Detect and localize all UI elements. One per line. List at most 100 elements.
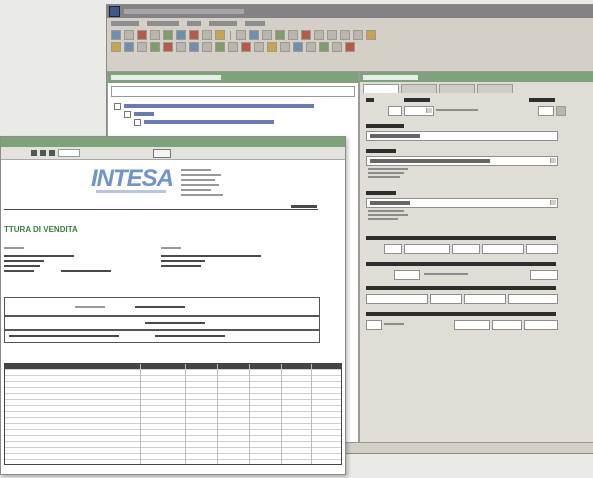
doc-ref-field[interactable] bbox=[482, 244, 524, 254]
complete-field[interactable] bbox=[538, 106, 554, 116]
home-icon[interactable] bbox=[111, 42, 121, 52]
expand-icon[interactable] bbox=[114, 102, 121, 110]
column-divider bbox=[217, 364, 218, 464]
new-icon[interactable] bbox=[111, 30, 121, 40]
cancel-icon[interactable] bbox=[163, 42, 173, 52]
number-field[interactable] bbox=[388, 106, 402, 116]
prev-page-icon[interactable] bbox=[40, 150, 46, 156]
tree-icon[interactable] bbox=[319, 42, 329, 52]
tree-node[interactable] bbox=[114, 102, 352, 110]
prev-record-icon[interactable] bbox=[327, 30, 337, 40]
code-field[interactable] bbox=[404, 106, 434, 116]
field-label-row bbox=[366, 286, 556, 290]
company-info-line bbox=[181, 189, 211, 191]
chevron-down-icon[interactable] bbox=[550, 158, 556, 163]
tree-node[interactable] bbox=[114, 118, 352, 126]
chevron-down-icon[interactable] bbox=[426, 108, 432, 113]
tab-2[interactable] bbox=[401, 84, 437, 93]
tab-general[interactable] bbox=[363, 84, 399, 93]
expand-icon[interactable] bbox=[124, 110, 131, 118]
doc-date-field[interactable] bbox=[404, 244, 450, 254]
company-info-line bbox=[181, 184, 219, 186]
attach-icon[interactable] bbox=[254, 42, 264, 52]
tax-field[interactable] bbox=[492, 320, 522, 330]
total-field[interactable] bbox=[454, 320, 490, 330]
export-icon[interactable] bbox=[215, 42, 225, 52]
forward-icon[interactable] bbox=[137, 42, 147, 52]
first-record-icon[interactable] bbox=[314, 30, 324, 40]
list-icon[interactable] bbox=[306, 42, 316, 52]
amount-field-3[interactable] bbox=[464, 294, 506, 304]
refresh-icon[interactable] bbox=[301, 30, 311, 40]
menu-item[interactable] bbox=[209, 21, 237, 26]
menu-item[interactable] bbox=[245, 21, 265, 26]
toolbar-primary bbox=[107, 29, 593, 41]
sort-icon[interactable] bbox=[288, 30, 298, 40]
amount-field-2[interactable] bbox=[430, 294, 462, 304]
tab-4[interactable] bbox=[477, 84, 513, 93]
find-icon[interactable] bbox=[262, 30, 272, 40]
copy-icon[interactable] bbox=[202, 30, 212, 40]
import-icon[interactable] bbox=[228, 42, 238, 52]
doc-field[interactable] bbox=[452, 244, 480, 254]
print-icon[interactable] bbox=[163, 30, 173, 40]
header-box bbox=[4, 297, 320, 317]
paste-icon[interactable] bbox=[215, 30, 225, 40]
chart-icon[interactable] bbox=[189, 42, 199, 52]
last-record-icon[interactable] bbox=[353, 30, 363, 40]
check-icon[interactable] bbox=[150, 42, 160, 52]
date-field[interactable] bbox=[526, 244, 558, 254]
field-hint bbox=[368, 168, 408, 170]
page-input[interactable] bbox=[58, 149, 80, 157]
settings-icon[interactable] bbox=[293, 42, 303, 52]
document-heading: TTURA DI VENDITA bbox=[4, 225, 78, 234]
field-label-row bbox=[366, 236, 556, 240]
menu-bar bbox=[107, 18, 593, 29]
save-icon[interactable] bbox=[150, 30, 160, 40]
preview-icon[interactable] bbox=[176, 30, 186, 40]
first-page-icon[interactable] bbox=[31, 150, 37, 156]
open-icon[interactable] bbox=[124, 30, 134, 40]
detail-pane bbox=[359, 71, 593, 447]
checkbox-icon[interactable] bbox=[556, 106, 566, 116]
menu-item[interactable] bbox=[147, 21, 179, 26]
user-icon[interactable] bbox=[280, 42, 290, 52]
delete-icon[interactable] bbox=[137, 30, 147, 40]
pag-field[interactable] bbox=[530, 270, 558, 280]
mail-icon[interactable] bbox=[241, 42, 251, 52]
filter-icon[interactable] bbox=[275, 30, 285, 40]
recipient-line bbox=[4, 270, 34, 272]
cut-icon[interactable] bbox=[189, 30, 199, 40]
customer-field[interactable] bbox=[366, 156, 558, 166]
field-label bbox=[366, 124, 404, 128]
stop-icon[interactable] bbox=[345, 42, 355, 52]
tab-3[interactable] bbox=[439, 84, 475, 93]
supplier-field[interactable] bbox=[366, 198, 558, 208]
payment-code-field[interactable] bbox=[394, 270, 420, 280]
tree-node[interactable] bbox=[114, 110, 352, 118]
amount-field[interactable] bbox=[366, 294, 428, 304]
amount-field-4[interactable] bbox=[508, 294, 558, 304]
redo-icon[interactable] bbox=[249, 30, 259, 40]
chevron-down-icon[interactable] bbox=[550, 200, 556, 205]
next-page-icon[interactable] bbox=[49, 150, 55, 156]
help-icon[interactable] bbox=[366, 30, 376, 40]
close-preview-button[interactable] bbox=[153, 148, 171, 158]
lock-icon[interactable] bbox=[267, 42, 277, 52]
navigator-selector[interactable] bbox=[111, 86, 355, 97]
calendar-icon[interactable] bbox=[176, 42, 186, 52]
doc-number-field[interactable] bbox=[384, 244, 402, 254]
menu-item[interactable] bbox=[111, 21, 139, 26]
destination-line bbox=[161, 265, 201, 267]
report-icon[interactable] bbox=[202, 42, 212, 52]
back-icon[interactable] bbox=[124, 42, 134, 52]
toolbar-secondary bbox=[107, 41, 593, 53]
description-field[interactable] bbox=[366, 131, 558, 141]
field-label bbox=[366, 191, 396, 195]
grand-total-field[interactable] bbox=[524, 320, 558, 330]
code-field-2[interactable] bbox=[366, 320, 382, 330]
zoom-icon[interactable] bbox=[332, 42, 342, 52]
next-record-icon[interactable] bbox=[340, 30, 350, 40]
undo-icon[interactable] bbox=[236, 30, 246, 40]
menu-item[interactable] bbox=[187, 21, 201, 26]
